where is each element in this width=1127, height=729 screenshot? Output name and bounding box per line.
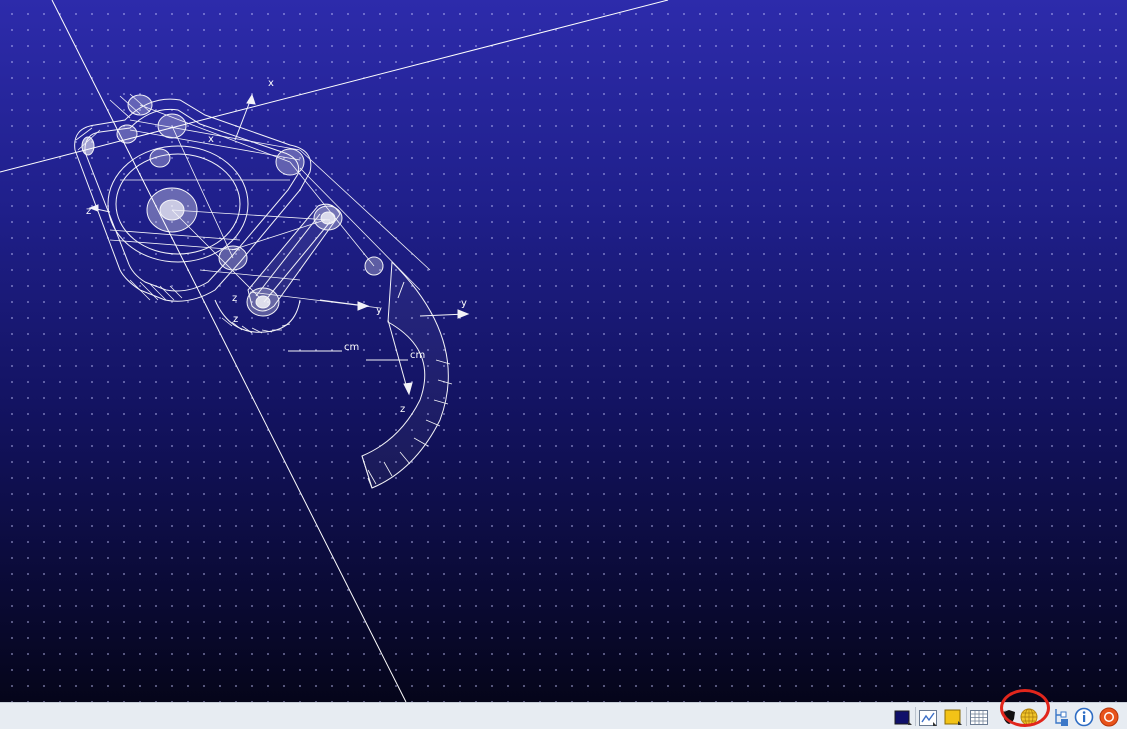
- axis-label-x1: x: [268, 78, 274, 89]
- hook-blade: [361, 260, 449, 489]
- axis-label-y1: y: [376, 305, 382, 316]
- grid-table-icon[interactable]: [969, 707, 989, 727]
- wireframe-model[interactable]: x z x z z y y z cm cm: [0, 0, 1127, 702]
- background-color-icon[interactable]: [893, 707, 913, 727]
- 3d-viewport[interactable]: x z x z z y y z cm cm: [0, 0, 1127, 702]
- shield-icon[interactable]: [999, 707, 1019, 727]
- scale-unit-label-2: cm: [410, 350, 425, 361]
- axis-label-y2: y: [461, 298, 467, 309]
- axis-label-x2: x: [208, 134, 214, 145]
- globe-icon[interactable]: [1019, 707, 1039, 727]
- small-gear-2: [116, 124, 138, 144]
- small-gear-5: [81, 136, 95, 156]
- mechanism-assembly: [74, 93, 470, 489]
- yellow-folder-icon[interactable]: [943, 707, 963, 727]
- toolbar-separator: [915, 707, 916, 726]
- axis-label-z3: z: [233, 314, 238, 325]
- reference-line-horizontal: [0, 0, 669, 173]
- scale-unit-label-1: cm: [344, 342, 359, 353]
- info-icon[interactable]: [1074, 707, 1094, 727]
- axis-label-z1: z: [86, 206, 91, 217]
- axis-label-z2: z: [232, 293, 237, 304]
- small-gear-4: [149, 148, 171, 168]
- toolbar-separator: [966, 707, 967, 726]
- status-bar: [0, 702, 1127, 729]
- axis-label-z4: z: [400, 404, 405, 415]
- graph-view-icon[interactable]: [918, 707, 938, 727]
- record-stop-icon[interactable]: [1099, 707, 1119, 727]
- tree-structure-icon[interactable]: [1050, 707, 1070, 727]
